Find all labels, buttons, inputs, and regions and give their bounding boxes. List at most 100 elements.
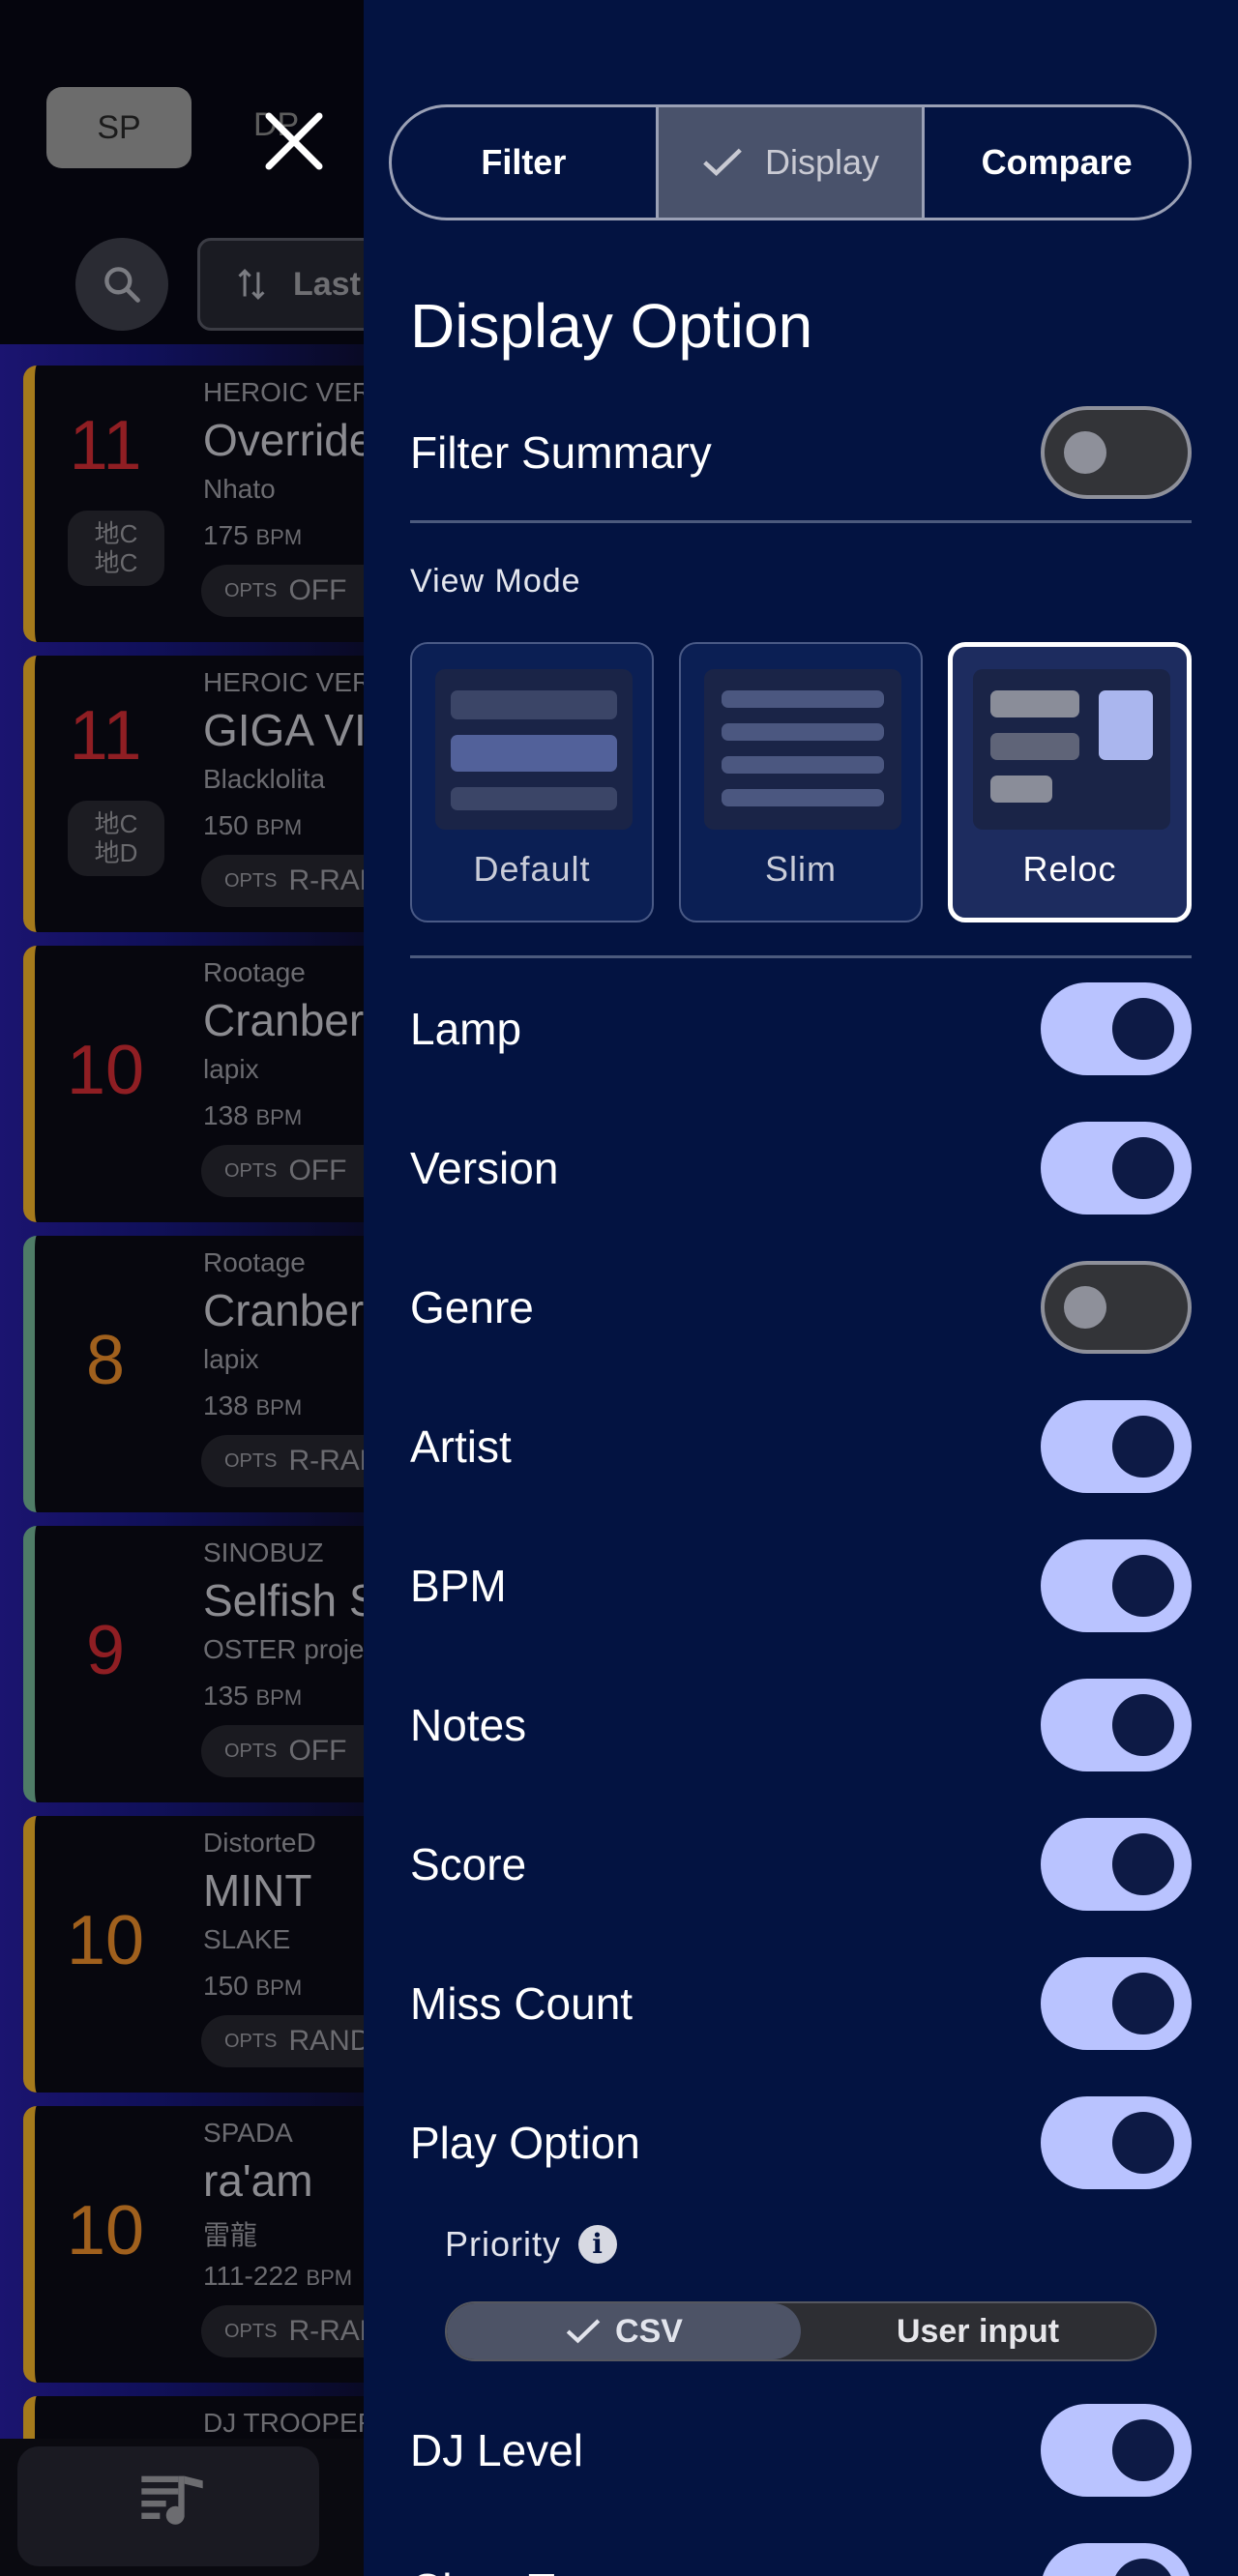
song-list-background: SP DP Last 11地C地CHEROIC VERSEOverrideNha… xyxy=(0,0,364,2576)
play-option-toggle[interactable] xyxy=(1041,2096,1192,2189)
view-mode-reloc-label: Reloc xyxy=(1022,849,1117,889)
song-bpm: 150 BPM xyxy=(203,1971,302,2002)
bpm-row: BPM xyxy=(410,1528,1192,1644)
song-version: Rootage xyxy=(203,1247,306,1277)
priority-segmented-control: CSV User input xyxy=(445,2301,1157,2361)
song-card[interactable]: 10 Rootage Cranberry lapix 138 BPM OPTS OFF xyxy=(23,946,364,1222)
play-option-row: Play Option xyxy=(410,2085,1192,2201)
song-bpm: 138 BPM xyxy=(203,1100,302,1131)
sort-label: Last xyxy=(293,265,361,303)
playlist-music-icon xyxy=(141,2475,203,2525)
song-title: Cranberry xyxy=(203,995,364,1045)
version-toggle[interactable] xyxy=(1041,1122,1192,1215)
song-card[interactable]: 10 SPADA ra'am 雷龍 111-222 BPM OPTS R-RANDOM xyxy=(23,2106,364,2383)
genre-row: Genre xyxy=(410,1249,1192,1365)
opts-value: RANDOM xyxy=(288,2025,364,2057)
song-chart-badge: 地C 地C xyxy=(68,511,164,586)
check-icon xyxy=(566,2319,601,2344)
song-level: 10 xyxy=(66,1032,145,1109)
song-artist: Blacklolita xyxy=(203,764,326,794)
check-icon xyxy=(703,148,742,177)
song-bpm-value: 111-222 xyxy=(203,2261,299,2291)
artist-toggle[interactable] xyxy=(1041,1400,1192,1493)
tab-filter-label: Filter xyxy=(481,142,567,182)
chart-line: 地D xyxy=(94,838,138,867)
priority-csv-option[interactable]: CSV xyxy=(447,2303,801,2359)
notes-row: Notes xyxy=(410,1667,1192,1783)
clear-type-toggle[interactable] xyxy=(1041,2543,1192,2576)
view-mode-reloc[interactable]: Reloc xyxy=(948,642,1192,922)
song-card[interactable]: 8 Rootage Cranberry lapix 138 BPM OPTS R-RANDO… xyxy=(23,1236,364,1512)
song-card[interactable]: 9 SINOBUZ Selfish Sinner OSTER project 135 B… xyxy=(23,1526,364,1802)
song-card[interactable]: 11 地C地D HEROIC VERSE GIGA VIOLATE Blacklolit… xyxy=(23,656,364,932)
bpm-label: BPM xyxy=(410,1561,507,1611)
song-bpm-value: 150 xyxy=(203,1971,249,2001)
score-toggle[interactable] xyxy=(1041,1818,1192,1911)
opts-value: OFF xyxy=(288,574,347,606)
lamp-label: Lamp xyxy=(410,1004,522,1054)
priority-user-input-option[interactable]: User input xyxy=(801,2303,1155,2359)
bpm-unit: BPM xyxy=(255,1685,303,1710)
tab-display[interactable]: Display xyxy=(658,107,926,218)
song-opts-chip: OPTS R-RANDOM xyxy=(201,2305,364,2357)
opts-label: OPTS xyxy=(224,869,278,892)
tab-display-label: Display xyxy=(764,142,880,182)
song-version: SPADA xyxy=(203,2118,293,2148)
chart-line: 地C xyxy=(94,519,138,548)
search-button[interactable] xyxy=(75,238,168,331)
song-card[interactable]: 11 地C地C HEROIC VERSE Override Nhato 175 BPM OP… xyxy=(23,366,364,642)
song-bpm-value: 138 xyxy=(203,1390,249,1420)
song-bpm: 138 BPM xyxy=(203,1390,302,1421)
tab-filter[interactable]: Filter xyxy=(392,107,659,218)
priority-user-input-label: User input xyxy=(896,2312,1060,2350)
song-opts-chip: OPTS OFF xyxy=(201,565,364,617)
song-bpm-value: 138 xyxy=(203,1100,249,1130)
view-mode-default[interactable]: Default xyxy=(410,642,654,922)
version-label: Version xyxy=(410,1143,559,1193)
opts-label: OPTS xyxy=(224,2320,278,2342)
sort-button[interactable]: Last xyxy=(197,238,364,331)
song-title: ra'am xyxy=(203,2155,313,2206)
chart-line: 地C xyxy=(94,548,138,577)
view-mode-default-label: Default xyxy=(473,849,591,889)
song-bpm: 135 BPM xyxy=(203,1681,302,1712)
dj-level-toggle[interactable] xyxy=(1041,2404,1192,2497)
song-artist: 雷龍 xyxy=(203,2220,258,2250)
view-mode-slim[interactable]: Slim xyxy=(679,642,923,922)
song-title: Override xyxy=(203,415,364,465)
song-level: 11 xyxy=(69,697,142,775)
close-drawer-button[interactable] xyxy=(250,97,339,186)
song-opts-chip: OPTS R-RANDOM xyxy=(201,1435,364,1487)
score-label: Score xyxy=(410,1839,527,1889)
score-row: Score xyxy=(410,1806,1192,1922)
artist-label: Artist xyxy=(410,1421,512,1472)
song-card[interactable]: 10 DistorteD MINT SLAKE 150 BPM OPTS RANDOM xyxy=(23,1816,364,2093)
song-title: Selfish Sinner xyxy=(203,1575,364,1625)
filter-summary-toggle[interactable] xyxy=(1041,406,1192,499)
song-artist: Nhato xyxy=(203,474,276,504)
bpm-unit: BPM xyxy=(255,1105,303,1129)
filter-summary-row: Filter Summary xyxy=(410,395,1192,511)
lamp-toggle[interactable] xyxy=(1041,982,1192,1075)
mode-tab-sp[interactable]: SP xyxy=(46,87,192,168)
view-mode-reloc-preview xyxy=(973,669,1170,830)
version-row: Version xyxy=(410,1110,1192,1226)
song-version: Rootage xyxy=(203,957,306,987)
notes-toggle[interactable] xyxy=(1041,1679,1192,1771)
lamp-row: Lamp xyxy=(410,971,1192,1087)
divider xyxy=(410,955,1192,958)
display-options-drawer: Filter Display Compare Display Option Fi… xyxy=(364,0,1238,2576)
dj-level-row: DJ Level xyxy=(410,2392,1192,2508)
song-version: HEROIC VERSE xyxy=(203,667,364,697)
song-level: 10 xyxy=(66,2192,145,2269)
clear-type-row: Clear Type xyxy=(410,2532,1192,2576)
info-icon[interactable]: i xyxy=(578,2225,618,2264)
song-version: SINOBUZ xyxy=(203,1537,324,1567)
tab-compare[interactable]: Compare xyxy=(925,107,1189,218)
song-chart-badge: 地C 地D xyxy=(68,801,164,876)
miss-count-toggle[interactable] xyxy=(1041,1957,1192,2050)
bpm-toggle[interactable] xyxy=(1041,1539,1192,1632)
genre-toggle[interactable] xyxy=(1041,1261,1192,1354)
artist-row: Artist xyxy=(410,1389,1192,1505)
page-title: Display Option xyxy=(410,291,813,361)
